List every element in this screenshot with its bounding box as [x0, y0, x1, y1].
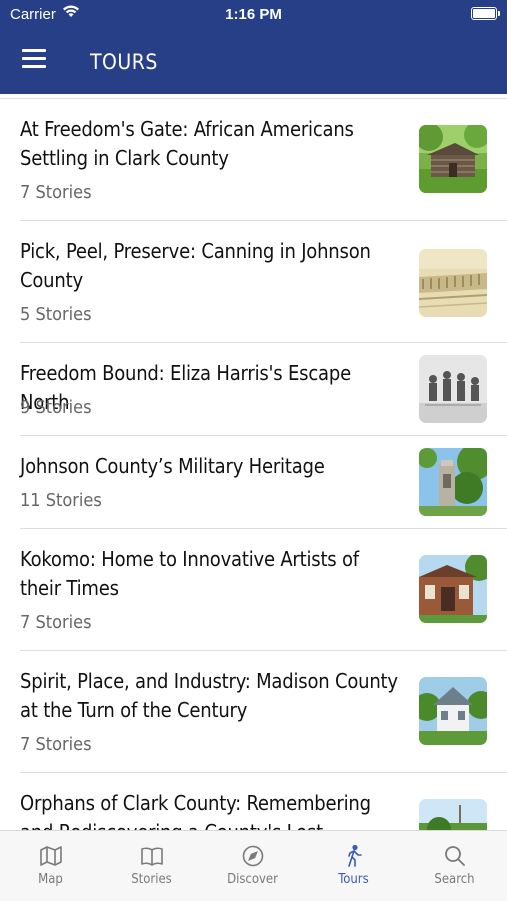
tour-story-count: 7 Stories [20, 612, 92, 633]
battery-icon [471, 7, 500, 20]
navigation-bar: Carrier 1:16 PM TOURS [0, 0, 507, 94]
tab-map[interactable]: Map [0, 831, 101, 901]
tour-story-count: 9 Stories [20, 397, 92, 418]
book-icon [141, 847, 163, 866]
tour-thumbnail [419, 677, 487, 745]
tour-thumbnail [419, 249, 487, 317]
compass-icon [242, 845, 264, 867]
tour-thumbnail [419, 555, 487, 623]
tab-label: Search [434, 872, 475, 887]
tour-story-count: 5 Stories [20, 304, 92, 325]
tour-title: Kokomo: Home to Innovative Artists of th… [20, 547, 359, 600]
tour-row[interactable]: Kokomo: Home to Innovative Artists of th… [0, 529, 507, 651]
tab-discover[interactable]: Discover [202, 831, 303, 901]
search-icon [445, 846, 465, 866]
tour-row[interactable]: At Freedom's Gate: African Americans Set… [0, 99, 507, 221]
map-icon [40, 846, 62, 866]
tour-row[interactable]: Freedom Bound: Eliza Harris's Escape Nor… [0, 343, 507, 436]
tour-thumbnail [419, 448, 487, 516]
tab-label: Map [38, 872, 63, 887]
tour-row[interactable]: Pick, Peel, Preserve: Canning in Johnson… [0, 221, 507, 343]
tour-thumbnail [419, 355, 487, 423]
tour-title: Orphans of Clark County: Remembering and… [20, 791, 371, 830]
tour-title: Johnson County’s Military Heritage [20, 454, 325, 478]
tab-stories[interactable]: Stories [101, 831, 202, 901]
tour-row[interactable]: Spirit, Place, and Industry: Madison Cou… [0, 651, 507, 773]
tab-label: Stories [131, 872, 172, 887]
tab-tours[interactable]: Tours [303, 831, 404, 901]
tour-title: At Freedom's Gate: African Americans Set… [20, 117, 354, 170]
page-title: TOURS [90, 50, 158, 74]
tour-row[interactable]: Orphans of Clark County: Remembering and… [0, 773, 507, 830]
tab-bar: Map Stories Discover Tours Search [0, 830, 507, 901]
tour-title: Spirit, Place, and Industry: Madison Cou… [20, 669, 398, 722]
tour-story-count: 11 Stories [20, 490, 102, 511]
clock: 1:16 PM [225, 6, 282, 23]
hamburger-menu-icon[interactable] [22, 49, 48, 71]
tab-label: Tours [338, 872, 369, 887]
tour-list[interactable]: At Freedom's Gate: African Americans Set… [0, 94, 507, 830]
tour-thumbnail [419, 799, 487, 830]
tour-thumbnail [419, 125, 487, 193]
tab-label: Discover [227, 872, 278, 887]
walking-icon [348, 845, 362, 867]
tour-story-count: 7 Stories [20, 182, 92, 203]
tour-story-count: 7 Stories [20, 734, 92, 755]
tour-title: Pick, Peel, Preserve: Canning in Johnson… [20, 239, 371, 292]
status-bar: Carrier 1:16 PM [0, 0, 507, 28]
tab-search[interactable]: Search [404, 831, 505, 901]
tour-row[interactable]: Johnson County’s Military Heritage 11 St… [0, 436, 507, 529]
